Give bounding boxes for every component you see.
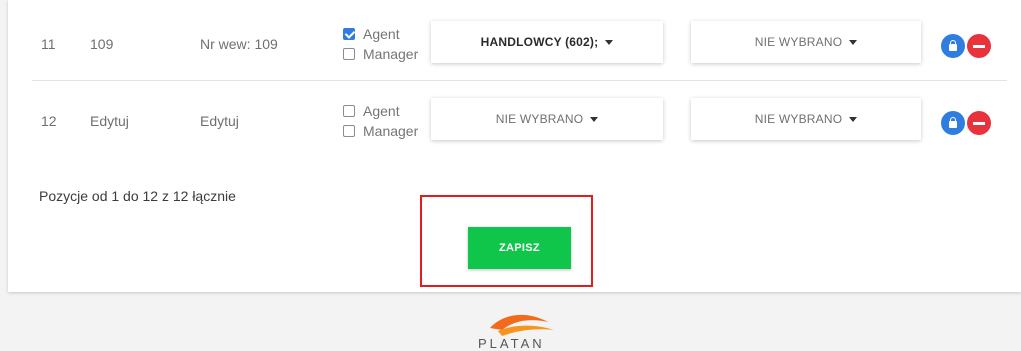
remove-button[interactable]	[967, 34, 991, 58]
manager-checkbox-row[interactable]: Manager	[343, 121, 418, 141]
agent-label: Agent	[363, 26, 400, 42]
chevron-down-icon	[849, 39, 858, 45]
second-dropdown[interactable]: NIE WYBRANO	[691, 98, 921, 140]
lock-button[interactable]	[941, 34, 965, 58]
extension-cell: 109	[90, 36, 114, 52]
table-row: 12 Edytuj Edytuj Agent Manager NIE WYBRA…	[8, 81, 1021, 159]
agent-checkbox[interactable]	[343, 28, 355, 40]
manager-label: Manager	[363, 123, 419, 139]
group-dropdown-value: HANDLOWCY (602);	[480, 35, 599, 49]
name-cell[interactable]: Edytuj	[200, 113, 239, 129]
group-dropdown[interactable]: NIE WYBRANO	[431, 98, 663, 140]
lock-button[interactable]	[941, 111, 965, 135]
manager-checkbox-row[interactable]: Manager	[343, 44, 418, 64]
manager-checkbox[interactable]	[343, 48, 355, 60]
users-table-card: 11 109 Nr wew: 109 Agent Manager HANDLOW…	[8, 0, 1021, 292]
row-number: 11	[41, 36, 56, 52]
agent-checkbox-row[interactable]: Agent	[343, 24, 418, 44]
save-button[interactable]: ZAPISZ	[468, 227, 571, 269]
chevron-down-icon	[605, 39, 614, 45]
manager-checkbox[interactable]	[343, 125, 355, 137]
manager-label: Manager	[363, 46, 419, 62]
role-checkboxes: Agent Manager	[343, 24, 418, 64]
agent-checkbox-row[interactable]: Agent	[343, 101, 418, 121]
row-number: 12	[41, 113, 57, 129]
group-dropdown[interactable]: HANDLOWCY (602);	[431, 21, 663, 63]
group-dropdown-value: NIE WYBRANO	[495, 112, 584, 126]
agent-label: Agent	[363, 103, 400, 119]
extension-cell[interactable]: Edytuj	[90, 113, 129, 129]
chevron-down-icon	[849, 116, 858, 122]
name-cell: Nr wew: 109	[200, 36, 278, 52]
agent-checkbox[interactable]	[343, 105, 355, 117]
second-dropdown-value: NIE WYBRANO	[754, 112, 843, 126]
platan-logo: PLATAN	[468, 306, 578, 351]
second-dropdown-value: NIE WYBRANO	[754, 35, 843, 49]
remove-button[interactable]	[967, 111, 991, 135]
pagination-info: Pozycje od 1 do 12 z 12 łącznie	[39, 188, 236, 204]
table-row: 11 109 Nr wew: 109 Agent Manager HANDLOW…	[8, 4, 1021, 82]
role-checkboxes: Agent Manager	[343, 101, 418, 141]
second-dropdown[interactable]: NIE WYBRANO	[691, 21, 921, 63]
chevron-down-icon	[590, 116, 599, 122]
